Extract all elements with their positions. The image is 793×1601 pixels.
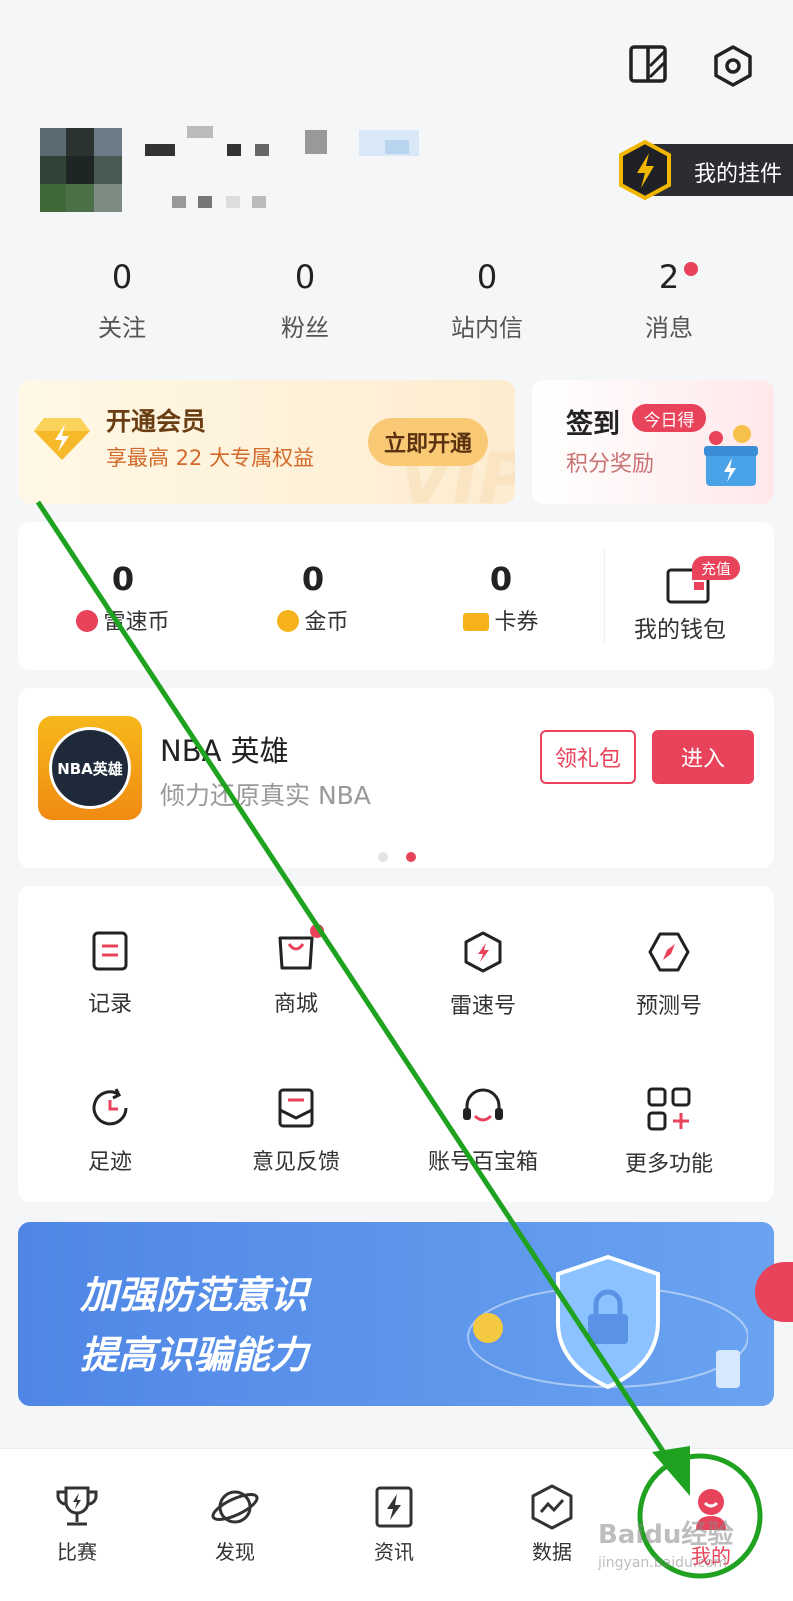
- annotation-arrow-icon: [35, 500, 763, 1579]
- watermark-brand: Baidu经验: [598, 1520, 734, 1550]
- watermark-url: jingyan.baidu.com: [598, 1555, 728, 1571]
- baidu-watermark: Baidu经验 jingyan.baidu.com: [598, 1514, 788, 1586]
